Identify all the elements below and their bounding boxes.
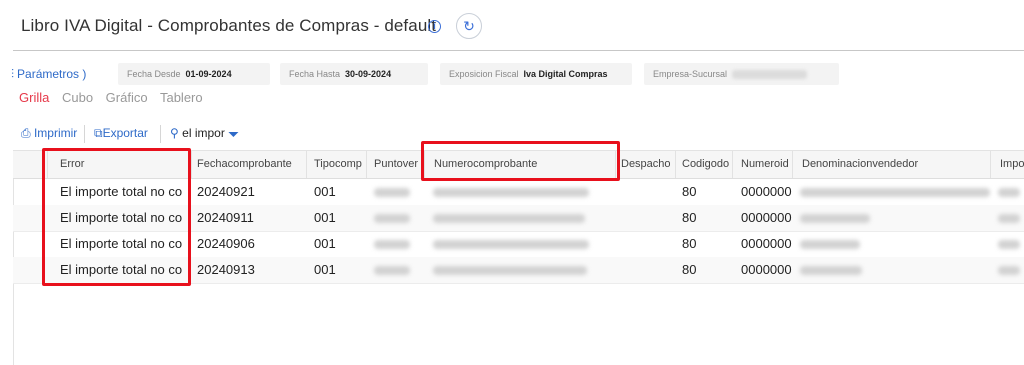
view-tabs: Grilla Cubo Gráfico Tablero [19, 90, 212, 105]
cell-codigodo: 80 [682, 184, 697, 199]
numerocomprobante-header-highlight [421, 141, 620, 181]
cell-tipocomp: 001 [314, 184, 336, 199]
column-header-despacho[interactable]: Despacho [616, 151, 676, 178]
search-value: el impor [182, 126, 225, 140]
toolbar-divider [160, 125, 161, 143]
column-header-impo[interactable]: Impo [991, 151, 1024, 178]
refresh-button[interactable]: ↻ [456, 13, 482, 39]
redacted-impo [998, 240, 1020, 249]
column-header-tipocomp[interactable]: Tipocomp [307, 151, 367, 178]
cell-codigodo: 80 [682, 210, 697, 225]
print-label: Imprimir [33, 126, 78, 140]
external-link-icon: ⧉ [94, 126, 103, 140]
redacted-impo [998, 266, 1020, 275]
redacted-denominacion [800, 266, 862, 275]
cell-fechacomprobante: 20240906 [197, 236, 255, 251]
column-header-fechacomprobante[interactable]: Fechacomprobante [192, 151, 307, 178]
tab-grilla[interactable]: Grilla [19, 90, 49, 105]
search-icon: ⚲ [170, 126, 179, 140]
redacted-numerocomprobante [433, 214, 585, 223]
column-header-denominacionvendedor[interactable]: Denominacionvendedor [793, 151, 991, 178]
filter-fecha-desde[interactable]: Fecha Desde 01-09-2024 [118, 63, 270, 85]
redacted-value [732, 70, 808, 80]
title-bar: Libro IVA Digital - Comprobantes de Comp… [0, 0, 1024, 52]
tab-tablero[interactable]: Tablero [160, 90, 203, 105]
parameters-link[interactable]: ⫶ Parámetros ) [11, 67, 86, 82]
column-header-puntover[interactable]: Puntover [367, 151, 425, 178]
title-divider [13, 50, 1024, 51]
export-button[interactable]: ⧉Exportar [94, 126, 148, 141]
cell-codigodo: 80 [682, 236, 697, 251]
toolbar-divider [84, 125, 85, 143]
redacted-puntover [374, 214, 410, 223]
refresh-icon: ↻ [463, 18, 475, 34]
cell-fechacomprobante: 20240913 [197, 262, 255, 277]
cell-codigodo: 80 [682, 262, 697, 277]
cell-fechacomprobante: 20240921 [197, 184, 255, 199]
filter-value: Iva Digital Compras [523, 69, 608, 79]
filter-label: Exposicion Fiscal [449, 69, 519, 79]
filter-value: 30-09-2024 [345, 69, 392, 79]
redacted-denominacion [800, 240, 860, 249]
info-icon[interactable]: i [428, 20, 441, 33]
filter-empresa-sucursal[interactable]: Empresa-Sucursal [644, 63, 839, 85]
redacted-impo [998, 214, 1020, 223]
filter-label: Empresa-Sucursal [653, 69, 728, 79]
filter-label: Fecha Hasta [289, 69, 341, 79]
filter-exposicion-fiscal[interactable]: Exposicion Fiscal Iva Digital Compras [440, 63, 632, 85]
export-label: Exportar [102, 126, 148, 140]
column-header-codigodo[interactable]: Codigodo [676, 151, 733, 178]
sliders-icon: ⫶ [11, 67, 15, 81]
filter-funnel-icon[interactable]: ⏷ [228, 126, 239, 143]
error-column-highlight [42, 148, 191, 286]
filter-value: 01-09-2024 [185, 69, 232, 79]
cell-tipocomp: 001 [314, 210, 336, 225]
cell-numeroid: 0000000 [741, 210, 792, 225]
tab-grafico[interactable]: Gráfico [106, 90, 148, 105]
search-field[interactable]: ⚲ el impor [170, 126, 225, 140]
cell-numeroid: 0000000 [741, 184, 792, 199]
redacted-puntover [374, 240, 410, 249]
print-button[interactable]: ⎙ Imprimir [21, 126, 77, 141]
parameters-label: Parámetros ) [17, 67, 87, 81]
redacted-numerocomprobante [433, 240, 589, 249]
cell-numeroid: 0000000 [741, 262, 792, 277]
redacted-denominacion [800, 214, 870, 223]
redacted-numerocomprobante [433, 266, 587, 275]
tab-cubo[interactable]: Cubo [62, 90, 93, 105]
cell-tipocomp: 001 [314, 262, 336, 277]
column-header-numeroid[interactable]: Numeroid [733, 151, 793, 178]
redacted-puntover [374, 266, 410, 275]
redacted-puntover [374, 188, 410, 197]
cell-numeroid: 0000000 [741, 236, 792, 251]
page-title: Libro IVA Digital - Comprobantes de Comp… [21, 16, 437, 35]
cell-fechacomprobante: 20240911 [197, 210, 254, 225]
redacted-numerocomprobante [433, 188, 589, 197]
filter-label: Fecha Desde [127, 69, 181, 79]
printer-icon: ⎙ [21, 126, 31, 140]
redacted-impo [998, 188, 1020, 197]
redacted-denominacion [800, 188, 990, 197]
cell-tipocomp: 001 [314, 236, 336, 251]
filter-fecha-hasta[interactable]: Fecha Hasta 30-09-2024 [280, 63, 428, 85]
